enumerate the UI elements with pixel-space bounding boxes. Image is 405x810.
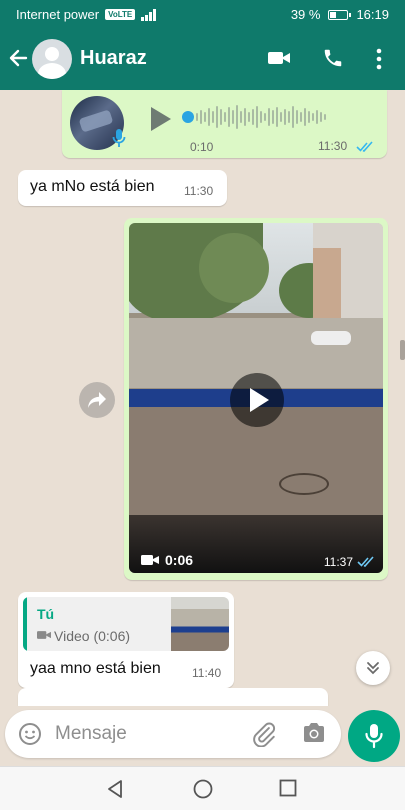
- clock: 16:19: [356, 7, 389, 22]
- forward-icon: [88, 392, 106, 408]
- carrier-name: Internet power: [16, 7, 100, 22]
- camera-icon[interactable]: [302, 722, 326, 744]
- chat-area[interactable]: 0:10 11:30 ya mNo está bien 11:30 0:06 1…: [0, 90, 405, 706]
- contact-name[interactable]: Huaraz: [80, 47, 147, 70]
- video-thumbnail[interactable]: 0:06 11:37: [129, 223, 383, 573]
- avatar[interactable]: [32, 39, 72, 79]
- message-time: 11:30: [184, 184, 214, 198]
- voice-duration: 0:10: [190, 140, 214, 154]
- nav-home-icon[interactable]: [193, 779, 213, 799]
- mic-icon: [365, 724, 383, 749]
- network-badge: VoLTE: [105, 9, 136, 20]
- video-camera-icon: [141, 555, 159, 565]
- video-camera-icon: [37, 631, 51, 639]
- mic-icon: [112, 129, 126, 147]
- message-text: ya mNo está bien: [30, 178, 155, 195]
- read-ticks-icon: [356, 141, 373, 152]
- video-duration: 0:06: [165, 552, 194, 568]
- play-icon[interactable]: [148, 106, 172, 132]
- double-chevron-down-icon: [367, 662, 379, 675]
- message-bubble-partial[interactable]: [18, 688, 328, 706]
- video-call-icon[interactable]: [267, 49, 291, 67]
- video-message[interactable]: 0:06 11:37: [124, 218, 388, 580]
- quote-thumbnail: [171, 597, 229, 651]
- emoji-icon[interactable]: [18, 722, 42, 746]
- phone-icon[interactable]: [322, 47, 344, 69]
- play-icon: [250, 388, 269, 412]
- scroll-down-button[interactable]: [356, 651, 390, 685]
- quote-author: Tú: [37, 606, 55, 622]
- signal-icon: [141, 8, 157, 21]
- read-ticks-icon: [357, 556, 374, 567]
- video-time: 11:37: [323, 555, 353, 569]
- voice-record-button[interactable]: [348, 710, 400, 762]
- system-nav-bar: [0, 766, 405, 810]
- reply-message[interactable]: Tú Video (0:06) yaa mno está bien 11:40: [18, 592, 234, 688]
- message-time: 11:40: [192, 666, 222, 680]
- chat-header: Huaraz: [0, 28, 405, 90]
- video-play-button[interactable]: [230, 373, 284, 427]
- quote-description: Video (0:06): [54, 628, 131, 644]
- battery-icon: [328, 9, 352, 20]
- message-bubble[interactable]: ya mNo está bien 11:30: [18, 170, 227, 206]
- status-bar: Internet power VoLTE 39 % 16:19: [0, 0, 405, 28]
- message-text: yaa mno está bien: [30, 660, 161, 677]
- voice-message[interactable]: 0:10 11:30: [62, 90, 387, 158]
- waveform[interactable]: [196, 104, 326, 130]
- message-input[interactable]: Mensaje: [55, 723, 127, 745]
- quoted-message[interactable]: Tú Video (0:06): [23, 597, 229, 651]
- voice-time: 11:30: [318, 139, 348, 153]
- battery-percent: 39 %: [290, 7, 321, 22]
- forward-button[interactable]: [79, 382, 115, 418]
- nav-back-icon[interactable]: [106, 779, 124, 799]
- back-arrow-icon[interactable]: [8, 46, 28, 70]
- nav-recents-icon[interactable]: [279, 779, 297, 797]
- message-composer[interactable]: Mensaje: [5, 710, 341, 758]
- attach-icon[interactable]: [251, 721, 277, 747]
- more-icon[interactable]: [376, 48, 382, 70]
- scrollbar[interactable]: [400, 340, 405, 360]
- waveform-scrubber[interactable]: [182, 111, 194, 123]
